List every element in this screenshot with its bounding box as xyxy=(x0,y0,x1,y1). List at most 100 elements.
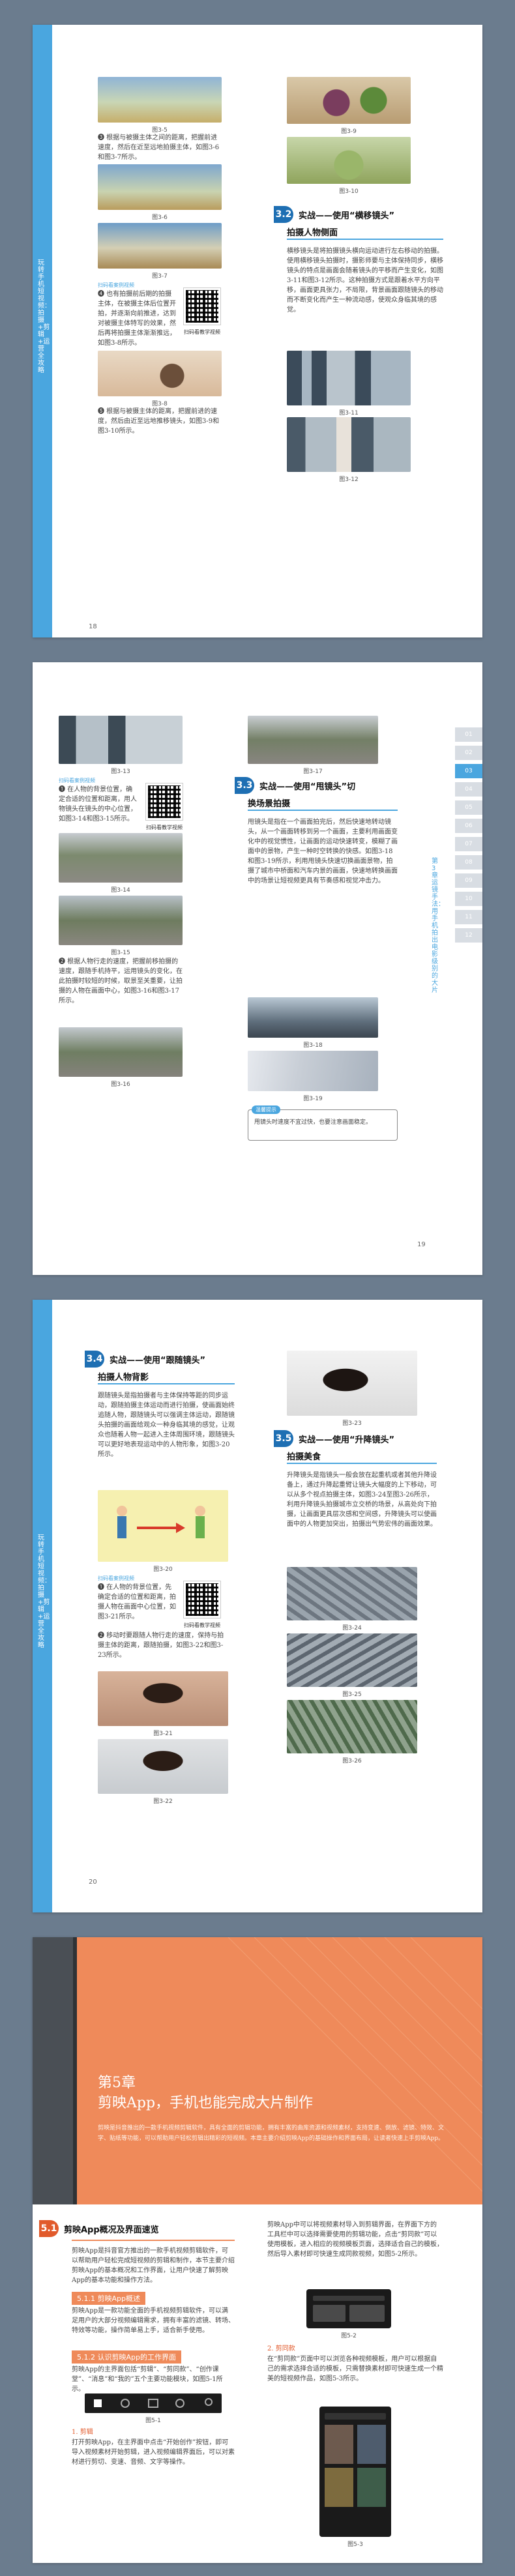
caption: 图3-10 xyxy=(339,188,359,195)
section-title: 实战——使用“升降镜头” xyxy=(299,1435,395,1445)
photo-3-26 xyxy=(287,1700,417,1753)
figure-5-3-screenshot xyxy=(319,2407,391,2537)
chapter-tab[interactable]: 06 xyxy=(455,819,482,833)
section-5-1-heading: 5.1 剪映App概况及界面速览 xyxy=(33,2220,228,2237)
page-number: 18 xyxy=(89,623,97,630)
figure-5-2-screenshot xyxy=(306,2289,391,2328)
chapter-tab[interactable]: 09 xyxy=(455,873,482,888)
caption: 图3-15 xyxy=(111,950,130,956)
side-title: 玩转手机短视频：拍摄+剪辑+运营全攻略 xyxy=(38,1534,51,1649)
section-3-4-heading: 3.4 实战——使用“跟随镜头” xyxy=(85,1351,254,1368)
caption: 图3-12 xyxy=(339,476,359,483)
qr-code-icon[interactable] xyxy=(183,287,221,325)
step-1-text: ❶ 在人物的背景位置，确定合适的位置和距离，用人物镜头在镜头的中心位置，如图3-… xyxy=(59,786,137,823)
qr-code-icon[interactable] xyxy=(183,1581,221,1618)
section-underline xyxy=(98,1383,235,1384)
section-title: 实战——使用“甩镜头”切 xyxy=(259,782,356,792)
subsection-5-1-1-body: 剪映App是一款功能全面的手机视频剪辑软件，可以满足用户的大部分视频编辑需求，拥… xyxy=(72,2307,235,2334)
photo-3-5 xyxy=(98,77,222,123)
page-number: 19 xyxy=(417,1241,426,1248)
app-nav-icons xyxy=(94,2398,213,2408)
section-underline xyxy=(72,2240,235,2241)
step-2-title: 2. 剪同款 xyxy=(267,2345,295,2352)
qr-code-icon[interactable] xyxy=(145,783,183,821)
photo-3-17 xyxy=(248,716,378,764)
book-page-19: 01 02 03 04 05 06 07 08 09 10 11 12 第3章 … xyxy=(33,662,482,1275)
caption: 图3-23 xyxy=(342,1420,362,1427)
photo-3-16 xyxy=(59,1027,183,1077)
section-number: 3.5 xyxy=(274,1430,293,1447)
step-2-body: 在“剪同款”页面中可以浏览各种视频模板，用户可以根据自己的需求选择合适的模板，只… xyxy=(267,2356,443,2382)
photo-3-12 xyxy=(287,417,411,472)
side-bar: 玩转手机短视频：拍摄+剪辑+运营全攻略 xyxy=(33,25,52,637)
chapter-tab-active[interactable]: 03 xyxy=(455,764,482,778)
section-title: 实战——使用“跟随镜头” xyxy=(110,1356,206,1366)
section-number: 5.1 xyxy=(39,2220,59,2237)
step-3-text: ❸ 根据与被摄主体之间的距离，把握前进速度，然后在近至远地拍摄主体，如图3-6和… xyxy=(98,134,220,161)
section-5-1-body: 剪映App是抖音官方推出的一款手机视频剪辑软件，可以帮助用户轻松完成短视频的剪辑… xyxy=(72,2247,235,2284)
caption: 图3-21 xyxy=(153,1731,173,1737)
caption: 图3-19 xyxy=(303,1096,323,1102)
caption: 图3-16 xyxy=(111,1081,130,1088)
figure-5-1-app-nav xyxy=(85,2393,222,2413)
section-3-5-heading: 3.5 实战——使用“升降镜头” xyxy=(274,1430,443,1447)
photo-3-15 xyxy=(59,896,183,945)
qr-caption: 扫码看教学视频 xyxy=(184,329,220,335)
section-title-line2: 换场景拍摄 xyxy=(248,799,291,809)
chapter-tab[interactable]: 07 xyxy=(455,837,482,851)
chapter-tab[interactable]: 12 xyxy=(455,928,482,943)
scan-label: 扫码看案例视频 xyxy=(98,1575,134,1581)
caption: 图3-26 xyxy=(342,1758,362,1764)
caption: 图3-25 xyxy=(342,1691,362,1698)
chapter-tab[interactable]: 08 xyxy=(455,855,482,870)
caption: 图3-24 xyxy=(342,1625,362,1632)
subsection-5-1-1: 5.1.1 剪映App概述 xyxy=(72,2292,145,2305)
section-title-line2: 拍摄美食 xyxy=(287,1452,321,1462)
photo-3-18 xyxy=(248,997,378,1038)
section-number: 3.2 xyxy=(274,206,293,223)
chapter-tab[interactable]: 01 xyxy=(455,727,482,742)
section-title-line2: 拍摄人物侧面 xyxy=(287,228,338,238)
qr-caption: 扫码看教学视频 xyxy=(146,825,183,830)
caption: 图3-7 xyxy=(152,273,168,280)
photo-3-14 xyxy=(59,833,183,883)
photo-3-6 xyxy=(98,164,222,210)
qr-caption: 扫码看教学视频 xyxy=(184,1622,220,1628)
photo-3-11 xyxy=(287,351,411,405)
section-3-4-body: 跟随镜头是指拍摄者与主体保持等距的同步运动，跟随拍摄主体运动而进行拍摄，使画面始… xyxy=(98,1392,235,1458)
caption: 图3-18 xyxy=(303,1042,323,1049)
photo-3-25 xyxy=(287,1633,417,1687)
photo-3-8 xyxy=(98,351,222,396)
caption: 图3-22 xyxy=(153,1798,173,1805)
caption: 图3-9 xyxy=(341,128,357,135)
step-4-text: ❹ 也有拍摄前后期的拍摄主体，在被摄主体后位置开拍，并逐渐向前推进，达到对被摄主… xyxy=(98,291,176,347)
caption: 图3-13 xyxy=(111,768,130,775)
page-number: 20 xyxy=(89,1879,97,1886)
subsection-5-1-2-body: 剪映App的主界面包括“剪辑”、“剪同款”、“创作课堂”、“消息”和“我的”五个… xyxy=(72,2366,223,2393)
chapter-tab[interactable]: 05 xyxy=(455,800,482,815)
chapter-intro: 剪映是抖音推出的一款手机视频剪辑软件，具有全面的剪辑功能，拥有丰富的曲库资源和视… xyxy=(98,2125,445,2142)
section-3-3-heading: 3.3 实战——使用“甩镜头”切 xyxy=(235,777,417,794)
chapter-header: 第5章 剪映App，手机也能完成大片制作 剪映是抖音推出的一款手机视频剪辑软件，… xyxy=(33,1937,482,2204)
caption: 图3-20 xyxy=(153,1566,173,1573)
chapter-tab[interactable]: 02 xyxy=(455,746,482,760)
photo-3-10 xyxy=(287,137,411,184)
photo-3-7 xyxy=(98,223,222,269)
section-3-2-heading: 3.2 实战——使用“横移镜头” xyxy=(274,206,456,223)
step-1-text: ❶ 在人物的背景位置，先确定合适的位置和距离，拍摄人物在画面中心位置，如图3-2… xyxy=(98,1584,176,1620)
book-page-18: 玩转手机短视频：拍摄+剪辑+运营全攻略 图3-5 ❸ 根据与被摄主体之间的距离，… xyxy=(33,25,482,637)
section-title-line2: 拍摄人物背影 xyxy=(98,1373,149,1383)
scan-label: 扫码看案例视频 xyxy=(98,282,134,288)
chapter-tab[interactable]: 10 xyxy=(455,892,482,906)
caption: 图3-17 xyxy=(303,768,323,775)
photo-3-19 xyxy=(248,1051,378,1091)
step-5-text: ❺ 根据与被摄主体的距离，把握前进的速度，然后由近至远地推移镜头，如图3-9和图… xyxy=(98,408,220,435)
chapter-number: 第5章 xyxy=(98,2075,136,2091)
chapter-tab[interactable]: 11 xyxy=(455,910,482,924)
chapter-tab[interactable]: 04 xyxy=(455,782,482,797)
photo-3-13 xyxy=(59,716,183,764)
book-page-chapter-5: 第5章 剪映App，手机也能完成大片制作 剪映是抖音推出的一款手机视频剪辑软件，… xyxy=(33,1937,482,2563)
photo-3-22 xyxy=(98,1739,228,1794)
caption: 图3-14 xyxy=(111,887,130,894)
figure-3-20-diagram xyxy=(98,1490,228,1562)
